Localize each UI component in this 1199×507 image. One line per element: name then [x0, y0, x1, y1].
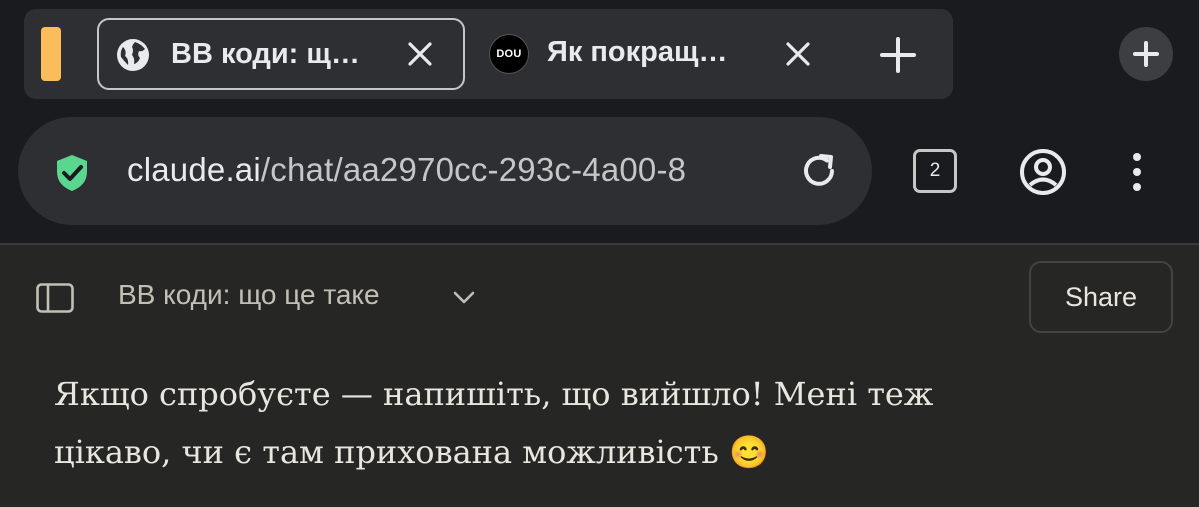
url-path: /chat/aa2970cc-293c-4a00-8 — [260, 151, 687, 188]
new-tab-plus-icon[interactable] — [878, 35, 918, 75]
assistant-message: Якщо спробуєте — напишіть, що вийшло! Ме… — [54, 365, 1144, 481]
chat-title[interactable]: BB коди: що це таке — [118, 279, 380, 311]
shield-check-icon[interactable] — [54, 153, 90, 198]
tab-dou[interactable]: DOU Як покращ… — [472, 18, 829, 90]
dou-logo-text: DOU — [496, 48, 522, 60]
tab-switcher-button[interactable]: 2 — [913, 149, 957, 193]
tab-title: Як покращ… — [547, 36, 728, 68]
globe-icon — [115, 37, 151, 73]
sidebar-toggle-icon[interactable] — [36, 283, 74, 318]
tab-count-label: 2 — [929, 160, 941, 181]
close-tab-icon[interactable] — [405, 39, 435, 69]
tab-search-plus-icon[interactable] — [1119, 27, 1173, 81]
share-button[interactable]: Share — [1029, 261, 1173, 333]
account-icon[interactable] — [1019, 148, 1067, 201]
more-menu-icon[interactable] — [1128, 151, 1146, 198]
message-line: Якщо спробуєте — напишіть, що вийшло! Ме… — [54, 375, 934, 413]
tab-bb-codes[interactable]: BB коди: щ… — [97, 18, 465, 90]
browser-chrome: BB коди: щ… DOU Як покращ… claude.ai/cha… — [0, 0, 1199, 243]
url-text[interactable]: claude.ai/chat/aa2970cc-293c-4a00-8 — [127, 151, 775, 189]
dou-logo-icon: DOU — [489, 34, 529, 74]
url-domain: claude.ai — [127, 151, 261, 188]
message-line: цікаво, чи є там прихована можливість 😊 — [54, 433, 769, 471]
chevron-down-icon[interactable] — [452, 288, 476, 311]
share-button-label: Share — [1064, 281, 1138, 312]
tab-title: BB коди: щ… — [171, 38, 360, 70]
reload-icon[interactable] — [798, 150, 840, 197]
tab-group-marker[interactable] — [41, 27, 61, 81]
close-tab-icon[interactable] — [783, 39, 813, 69]
